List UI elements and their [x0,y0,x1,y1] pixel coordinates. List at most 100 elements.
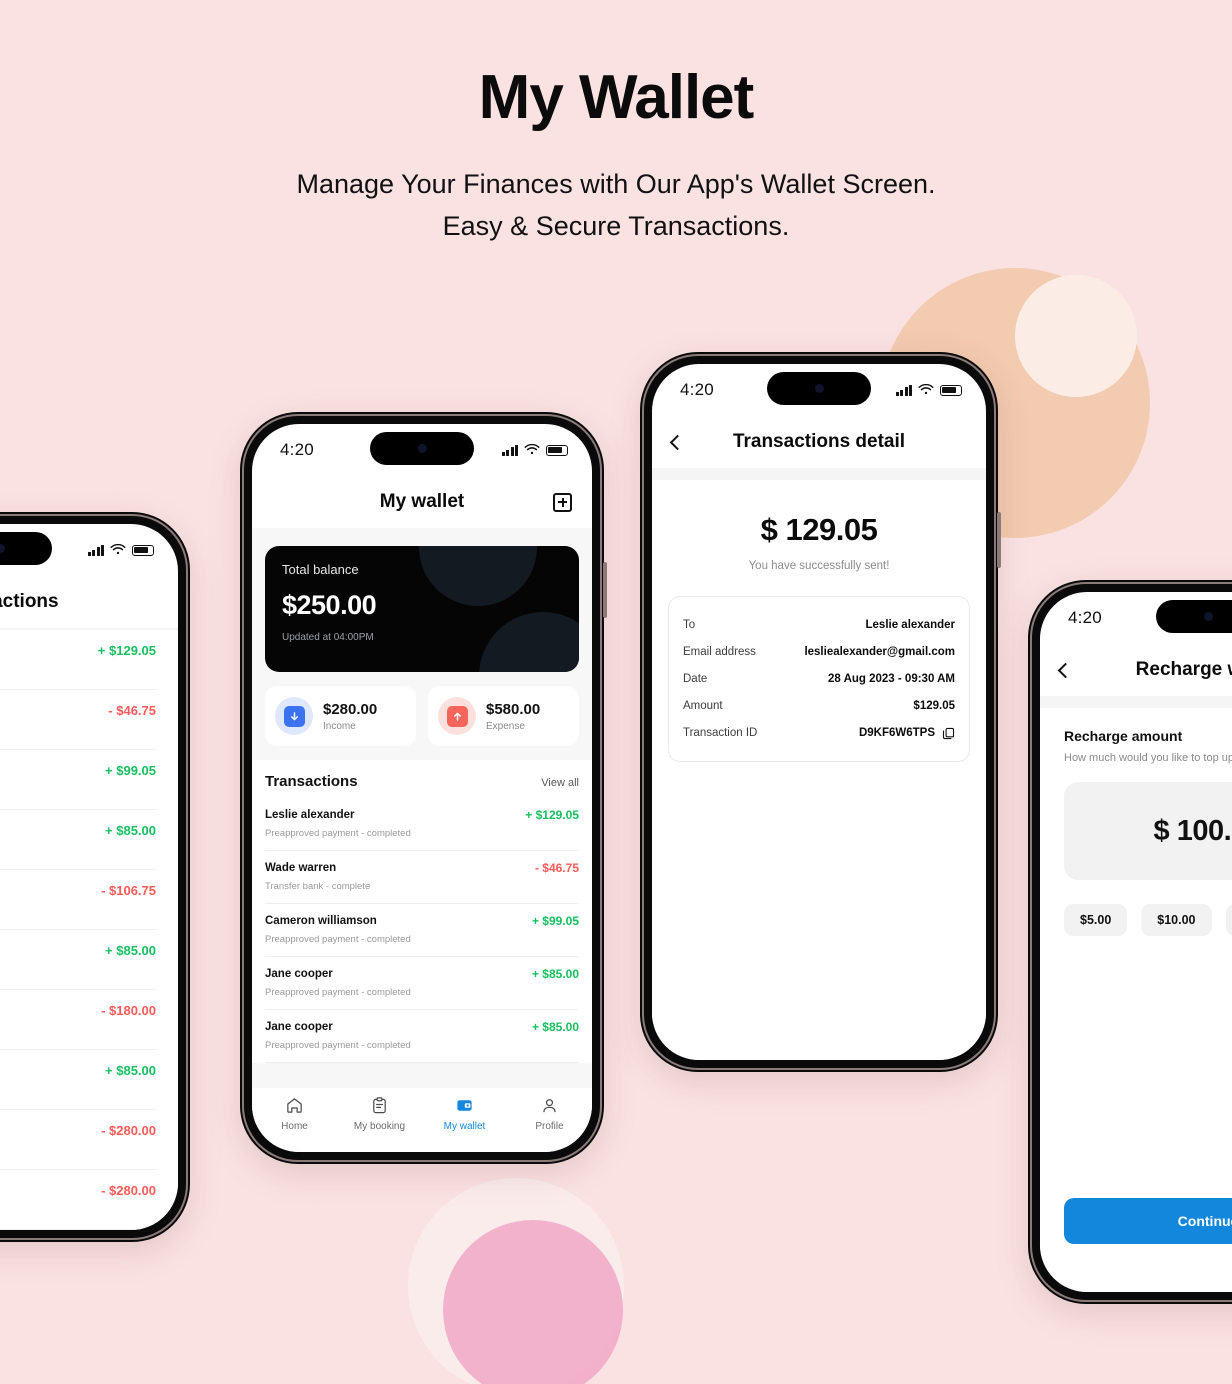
divider [652,468,986,480]
detail-value-wrap: Leslie alexander [866,619,956,631]
status-time: 4:20 [1068,608,1102,627]
total-balance-card[interactable]: Total balance $250.00 Updated at 04:00PM [265,546,579,672]
copy-icon[interactable] [942,727,955,740]
list-page-title: Transactions [0,591,59,612]
transaction-description: Preapproved payment - completed [265,987,411,998]
recharge-amount-value: $ 100.00 [1153,814,1232,847]
continue-button[interactable]: Continue [1064,1198,1232,1244]
recharge-content: Recharge amount How much would you like … [1040,708,1232,1292]
transaction-description: Preapproved payment - completed [0,964,156,975]
income-card[interactable]: $280.00 Income [265,686,416,746]
recharge-amount-input[interactable]: $ 100.00 [1064,782,1232,880]
detail-key: Transaction ID [683,727,758,739]
income-icon-bubble [275,697,313,735]
transaction-amount: + $85.00 [105,823,156,838]
transaction-amount: + $99.05 [531,914,579,928]
transaction-description: Transfer bank - complete [265,881,371,892]
clipboard-icon [373,1097,386,1114]
transaction-row[interactable]: Wade warren- $180.00Transfer bank - comp… [0,990,156,1050]
tab-my-wallet[interactable]: My wallet [422,1096,507,1132]
view-all-link[interactable]: View all [541,777,579,789]
wallet-content: Total balance $250.00 Updated at 04:00PM… [252,528,592,1088]
expense-icon-bubble [438,697,476,735]
phone-transactions-detail: 4:20 Transactions detail $ 129.05 You ha… [640,352,1001,1072]
transaction-amount: - $46.75 [534,861,579,875]
expense-card[interactable]: $580.00 Expense [428,686,579,746]
chevron-left-icon [1057,662,1074,678]
detail-row: Transaction ID D9KF6W6TPS [683,719,955,747]
front-camera-icon [814,384,824,393]
tab-home[interactable]: Home [252,1096,337,1132]
transaction-amount: + $99.05 [105,763,156,778]
transaction-row[interactable]: Jane cooper+ $85.00Preapproved payment -… [0,810,156,870]
power-button[interactable] [997,512,1001,568]
tab-profile[interactable]: Profile [507,1096,592,1132]
detail-key: Amount [683,699,723,712]
transaction-row[interactable]: Leslie alexander+ $129.05Preapproved pay… [265,798,579,851]
back-button[interactable] [1057,662,1074,678]
recharge-page-title: Recharge wallet [1135,659,1232,680]
quick-amount-chip[interactable]: $10.00 [1141,904,1212,936]
wallet-page-title: My wallet [379,491,465,512]
detail-navbar: Transactions detail [652,416,986,468]
quick-amount-chip[interactable]: $15.00 [1225,904,1232,936]
front-camera-icon [417,444,427,453]
recharge-section-subtitle: How much would you like to top up? [1064,752,1232,764]
transaction-row[interactable]: Wade warren- $280.00Transfer bank - comp… [0,1110,156,1170]
transaction-row[interactable]: Cameron williamson+ $99.05Preapproved pa… [0,750,156,810]
transaction-row[interactable]: Wade warren - $46.75 Transfer bank - compl… [265,851,579,904]
transaction-row[interactable]: Wade warren- $46.75Transfer bank - compl… [0,690,156,750]
transactions-header: Transactions View all [265,760,579,798]
transaction-row[interactable]: Leslie alexander+ $129.05Preapproved pay… [0,630,156,690]
transactions-list: Leslie alexander+ $129.05Preapproved pay… [0,630,178,1230]
detail-subtitle: You have successfully sent! [748,560,890,572]
transactions-title: Transactions [265,773,358,790]
transaction-row[interactable]: Jane cooper+ $85.00Preapproved payment -… [265,1010,579,1063]
transaction-description: Transfer bank - complete [0,724,156,735]
status-bar: 4:20 [252,424,592,476]
cellular-bars-icon [501,444,518,456]
transaction-amount: - $180.00 [101,1003,156,1018]
detail-value-wrap: lesliealexander@gmail.com [804,646,955,658]
wifi-icon [110,544,126,555]
front-camera-icon [1203,612,1213,621]
transaction-row[interactable]: Jane cooper+ $85.00Preapproved payment -… [0,930,156,990]
tab-my-booking[interactable]: My booking [337,1096,422,1132]
tab-profile-label: Profile [535,1121,564,1132]
transaction-row[interactable]: Jane cooper+ $85.00Preapproved payment -… [265,957,579,1010]
power-button[interactable] [603,562,607,618]
divider [1040,696,1232,708]
transaction-amount: - $106.75 [101,883,156,898]
transaction-row[interactable]: Jane cooper+ $85.00Preapproved payment -… [0,1050,156,1110]
income-expense-row: $280.00 Income $580.00 Expense [265,686,579,746]
transaction-amount: - $280.00 [101,1183,156,1198]
home-icon [287,1098,302,1113]
transaction-amount: + $129.05 [97,643,156,658]
phone-my-wallet: 4:20 My wallet Total balance $250.00 Upd… [240,412,607,1164]
detail-row: Email address lesliealexander@gmail.com [683,638,955,665]
transaction-amount: + $85.00 [105,943,156,958]
detail-value-wrap: D9KF6W6TPS [859,727,955,740]
transaction-row[interactable]: Wade warren- $106.75Transfer bank - comp… [0,870,156,930]
detail-key: To [683,618,696,631]
transaction-description: Preapproved payment - completed [265,1040,411,1051]
page-title: My Wallet [478,63,755,132]
transaction-description: Preapproved payment - completed [0,784,156,795]
decor-circle-peach-sm [1015,275,1137,397]
detail-value-wrap: 28 Aug 2023 - 09:30 AM [828,673,955,685]
quick-amount-chip[interactable]: $5.00 [1064,904,1128,936]
back-button[interactable] [669,434,686,450]
detail-row: Amount $129.05 [683,692,955,719]
detail-info-card: To Leslie alexander Email address leslieale… [668,596,970,762]
recharge-section-title: Recharge amount [1064,728,1183,744]
add-card-button[interactable] [553,492,572,512]
detail-value: lesliealexander@gmail.com [804,645,955,658]
status-time: 4:20 [280,440,314,459]
detail-value: 28 Aug 2023 - 09:30 AM [828,672,955,685]
transaction-row[interactable]: Wade warren- $280.00Transfer bank - comp… [0,1170,156,1230]
transaction-row[interactable]: Cameron williamson+ $99.05Preapproved pa… [265,904,579,957]
wallet-navbar: My wallet [252,476,592,528]
transaction-amount: + $129.05 [525,808,579,822]
quick-amount-chips: $5.00 $10.00 $15.00 [1064,904,1232,936]
transaction-name: Wade warren [265,862,337,874]
